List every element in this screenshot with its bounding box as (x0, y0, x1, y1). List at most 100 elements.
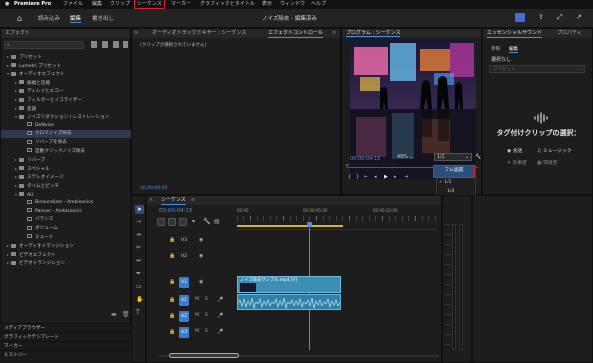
menu-marker[interactable]: マーカー (171, 0, 191, 9)
lock-icon[interactable]: 🔒 (169, 253, 175, 259)
workspace-icon[interactable] (515, 13, 525, 22)
mic-icon[interactable]: 🎤 (217, 297, 223, 303)
settings-icon[interactable]: 🔧 (475, 154, 481, 160)
zoom-dropdown[interactable]: 49% ⌄ (397, 155, 413, 160)
ripple-edit-tool-icon[interactable]: ⟛ (136, 231, 141, 239)
lock-icon[interactable]: 🔒 (169, 297, 175, 303)
mic-icon[interactable]: 🎤 (217, 313, 223, 319)
apple-icon[interactable]: ● (5, 0, 9, 9)
audio-clip-a1[interactable] (237, 294, 341, 310)
resolution-option-full[interactable]: フル画質 (433, 165, 475, 178)
menu-edit[interactable]: 編集 (92, 0, 102, 9)
mark-in-icon[interactable]: { (348, 174, 351, 180)
effects-folder[interactable]: ▸ スペシャル (1, 165, 131, 173)
razor-tool-icon[interactable]: ✂ (136, 244, 141, 251)
captions-icon[interactable]: ▤ (214, 218, 220, 225)
tab-history[interactable]: ヒストリー (0, 352, 130, 360)
effects-folder[interactable]: ▾ ノイズリダクション / レストレーション (1, 113, 131, 121)
menu-sequence[interactable]: シーケンス (134, 0, 165, 9)
mute-icon[interactable]: M (195, 329, 199, 334)
panel-menu-icon[interactable]: ≡ (191, 196, 195, 205)
effects-item[interactable]: ボリューム (1, 225, 131, 233)
work-area-bar[interactable] (237, 225, 343, 227)
track-select-tool-icon[interactable]: ⇢ (136, 218, 141, 225)
menu-graphics[interactable]: グラフィックとタイトル (200, 0, 255, 9)
menu-window[interactable]: ウィンドウ (280, 0, 305, 9)
effects-folder[interactable]: ▸ タイムとピッチ (1, 182, 131, 190)
tag-music-button[interactable]: ♫ ミュージック (537, 147, 572, 154)
effects-folder[interactable]: ▸ 変調 (1, 105, 131, 113)
subtab-browse[interactable]: 参照 (491, 46, 500, 52)
effects-folder[interactable]: ▾ オーディオエフェクト (1, 70, 131, 78)
rectangle-tool-icon[interactable]: ▭ (136, 283, 142, 290)
effects-folder[interactable]: ▸ リバーブ (1, 156, 131, 164)
eye-icon[interactable]: ◉ (199, 237, 203, 243)
linked-selection-icon[interactable] (179, 218, 187, 226)
menu-file[interactable]: ファイル (63, 0, 83, 9)
32bit-effects-icon[interactable] (102, 41, 108, 48)
effects-item[interactable]: バランス (1, 216, 131, 224)
effects-item[interactable]: DeNoise (1, 122, 131, 130)
effects-folder[interactable]: ▸ 振幅と圧縮 (1, 79, 131, 87)
filter-icon[interactable] (123, 41, 128, 48)
home-icon[interactable]: ⌂ (17, 14, 22, 23)
pen-tool-icon[interactable]: ✒ (136, 270, 141, 277)
effects-item[interactable]: Panner - Ambisonics (1, 208, 131, 216)
mute-icon[interactable]: M (195, 313, 199, 318)
panel-options-icon[interactable]: ≡ (332, 29, 336, 38)
effects-folder[interactable]: ▸ ビデオエフェクト (1, 251, 131, 259)
subtab-edit[interactable]: 編集 (509, 46, 518, 53)
tab-media-browser[interactable]: メディアブラウザー (0, 325, 130, 333)
tab-import[interactable]: 読み込み (38, 14, 60, 22)
effects-folder[interactable]: ▸ ステレオイメージ (1, 173, 131, 181)
new-bin-icon[interactable]: ▬ (111, 311, 117, 318)
nest-icon[interactable] (157, 218, 165, 226)
solo-icon[interactable]: S (205, 313, 208, 318)
tag-ambience-button[interactable]: ▦ 環境音 (537, 159, 557, 166)
track-label[interactable]: V1 (179, 277, 189, 288)
go-to-out-icon[interactable]: ⇥ (404, 174, 408, 180)
close-icon[interactable]: × (149, 196, 153, 205)
effects-folder[interactable]: ▸ プリセット (1, 53, 131, 61)
mute-icon[interactable]: M (195, 297, 199, 302)
tab-export[interactable]: 書き出し (92, 14, 114, 22)
effects-search-input[interactable]: ⌕ (4, 41, 84, 49)
play-icon[interactable]: ▶ (384, 174, 388, 180)
tab-edit[interactable]: 編集 (70, 14, 82, 23)
timeline-zoom-scrollbar[interactable] (159, 353, 439, 359)
share-icon[interactable]: ⇪ (538, 13, 544, 21)
menu-view[interactable]: 表示 (262, 0, 272, 9)
video-clip[interactable]: ノイズ除去サンプル.mp4 [V] (237, 276, 341, 293)
effects-folder[interactable]: ▸ Lumetri プリセット (1, 62, 131, 70)
tab-essential-sound[interactable]: エッセンシャルサウンド (487, 29, 543, 38)
delete-icon[interactable]: 🗑 (122, 311, 130, 318)
mic-icon[interactable]: 🎤 (217, 329, 223, 335)
slip-tool-icon[interactable]: ↔ (136, 257, 141, 264)
tab-markers[interactable]: マーカー (0, 343, 130, 351)
track-label[interactable]: A2 (179, 311, 189, 322)
selection-tool-icon[interactable]: ➤ (135, 205, 144, 214)
lock-icon[interactable]: 🔒 (169, 279, 175, 285)
app-menu[interactable]: Premiere Pro (14, 0, 51, 9)
tag-sfx-button[interactable]: ✦ 効果音 (507, 159, 527, 166)
zoom-scroll-handle[interactable] (169, 353, 239, 358)
menu-clip[interactable]: クリップ (110, 0, 130, 9)
yuv-effects-icon[interactable] (113, 41, 119, 48)
solo-icon[interactable]: S (205, 329, 208, 334)
track-label[interactable]: A1 (179, 295, 189, 306)
effects-item[interactable]: リバーブを除去 (1, 139, 131, 147)
track-label[interactable]: V3 (179, 235, 189, 246)
effects-folder[interactable]: ▾ AU (1, 191, 131, 199)
effects-item[interactable]: クロマノイズ除去 (1, 130, 131, 139)
type-tool-icon[interactable]: T (136, 309, 140, 316)
mark-out-icon[interactable]: } (356, 174, 359, 180)
resolution-dropdown[interactable]: 1/2 ⌄ (434, 153, 472, 161)
step-forward-icon[interactable]: ▸ (394, 174, 397, 180)
lock-icon[interactable]: 🔒 (169, 329, 175, 335)
solo-icon[interactable]: S (205, 297, 208, 302)
track-label[interactable]: A3 (179, 327, 189, 338)
effects-folder[interactable]: ▸ ディレイとエコー (1, 87, 131, 95)
accelerated-effects-icon[interactable] (91, 41, 97, 48)
wrench-icon[interactable]: 🔧 (203, 218, 210, 225)
effects-folder[interactable]: ▸ フィルターとイコライザー (1, 96, 131, 104)
